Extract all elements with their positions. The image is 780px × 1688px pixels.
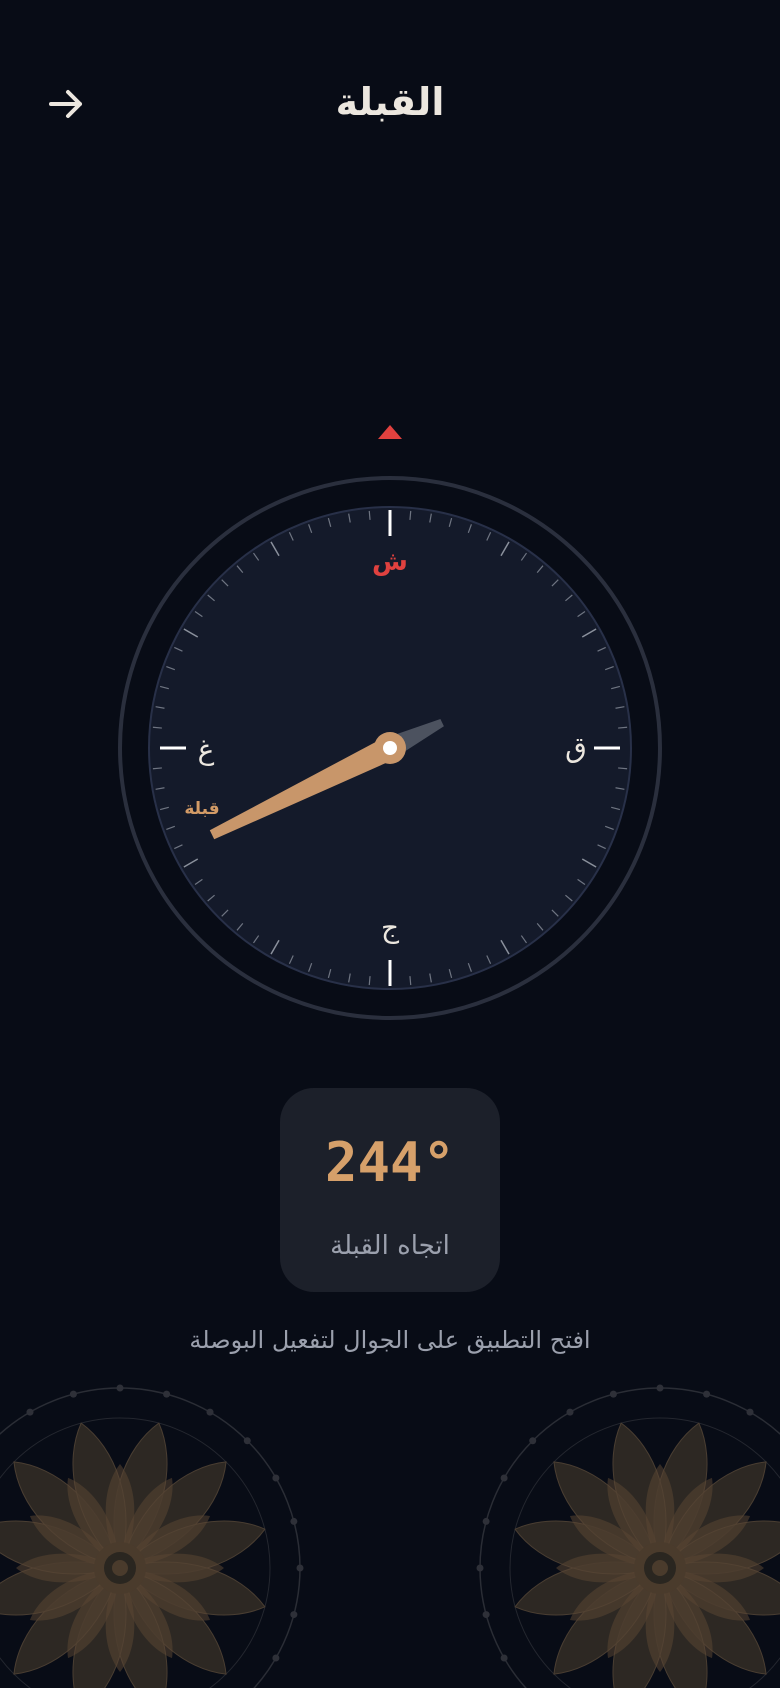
mandala-dot (26, 1408, 34, 1416)
direction-east: ق (565, 731, 587, 764)
direction-north: ش (372, 547, 408, 577)
degree-tick (152, 767, 162, 770)
compass-hint-text: افتح التطبيق على الجوال لتفعيل البوصلة (189, 1326, 591, 1354)
degree-tick (409, 510, 412, 520)
mandala-dot (656, 1384, 664, 1392)
mandala-dot (476, 1564, 484, 1572)
mandala-dot (272, 1474, 280, 1482)
mandala-dot (296, 1564, 304, 1572)
mandala-dot (500, 1474, 508, 1482)
needle-hub-center (383, 741, 397, 755)
qibla-angle-label: اتجاه القبلة (330, 1231, 450, 1261)
degree-tick (618, 767, 628, 770)
degree-tick (152, 726, 162, 729)
mandala-dot (500, 1654, 508, 1662)
mandala-center (652, 1560, 668, 1576)
mandala-dot (566, 1408, 574, 1416)
mandala-dot (609, 1390, 617, 1398)
qibla-angle-value: 244° (324, 1131, 456, 1194)
direction-south: ج (381, 911, 400, 945)
qibla-screen: القبلة ش ق ج غ قبلة 244° اتجاه القبلة اف… (0, 0, 780, 1688)
mandala-dot (243, 1437, 251, 1445)
mandala-dot (206, 1408, 214, 1416)
mandala-dot (69, 1390, 77, 1398)
degree-tick (368, 976, 371, 986)
triangle-up-icon (378, 425, 402, 439)
degree-tick (618, 726, 628, 729)
mandala-dot (290, 1517, 298, 1525)
mandala-dot (163, 1390, 171, 1398)
mandala-dot (272, 1654, 280, 1662)
compass-dial: ش ق ج غ قبلة (118, 476, 662, 1020)
mandala-dot (116, 1384, 124, 1392)
mandala-ornament-right (476, 1384, 780, 1688)
degree-tick (409, 976, 412, 986)
mandala-dot (482, 1517, 490, 1525)
mandala-dot (746, 1408, 754, 1416)
page-title: القبلة (335, 80, 445, 124)
qibla-angle-card: 244° اتجاه القبلة (280, 1088, 500, 1292)
mandala-dot (482, 1611, 490, 1619)
mandala-dot (290, 1611, 298, 1619)
mandala-ornament-left (0, 1384, 304, 1688)
mandala-dot (703, 1390, 711, 1398)
mandala-center (112, 1560, 128, 1576)
qibla-marker-label: قبلة (184, 799, 219, 819)
direction-west: غ (198, 733, 215, 766)
mandala-dot (529, 1437, 537, 1445)
degree-tick (368, 510, 371, 520)
